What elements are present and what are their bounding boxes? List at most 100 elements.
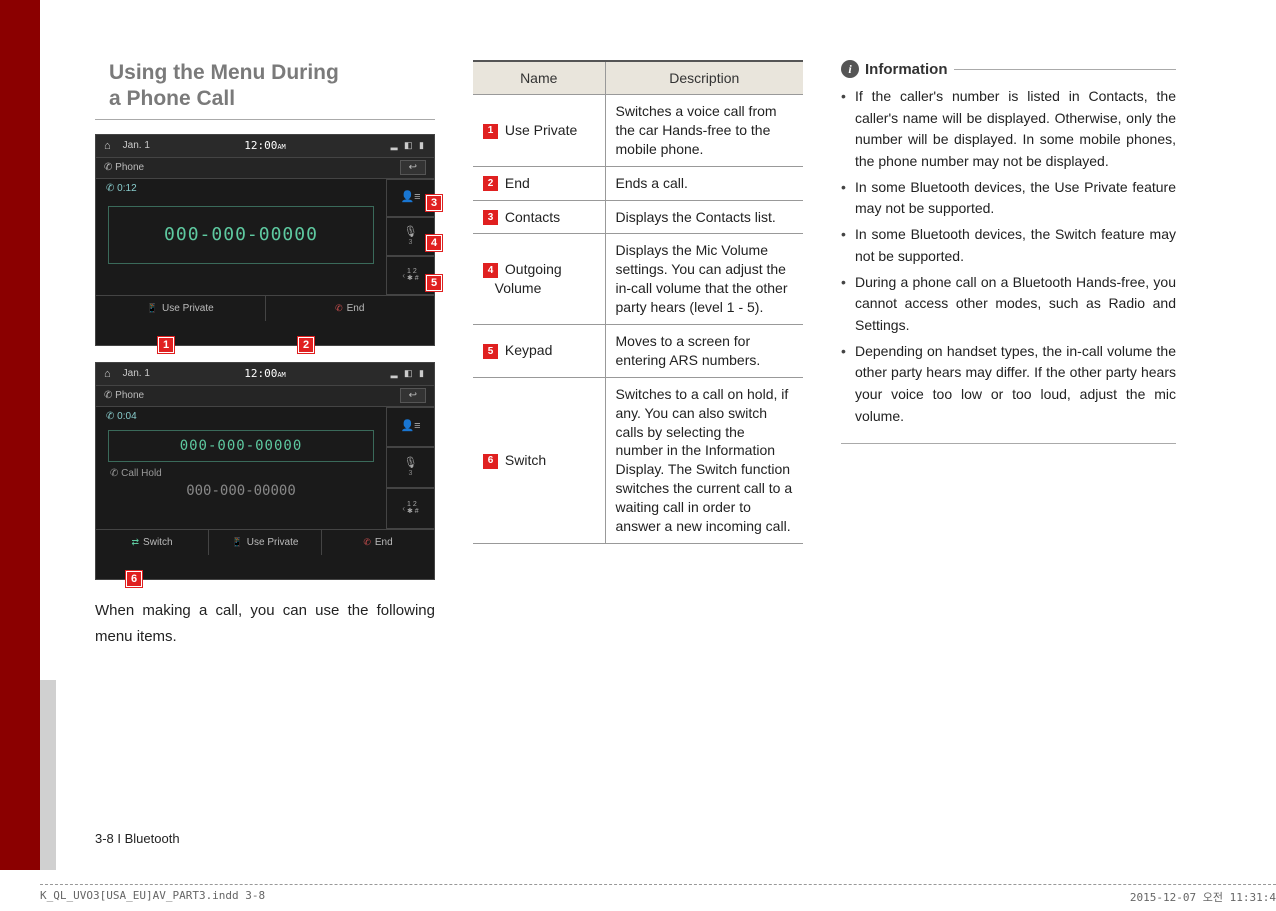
section-title: Using the Menu During a Phone Call [95, 60, 435, 120]
num-tag: 2 [483, 176, 498, 191]
status-clock: 12:00AM [244, 367, 286, 380]
side-volume-button[interactable]: 🎙3 [386, 447, 434, 488]
keypad-icon: 1 2✱ # [407, 501, 419, 515]
status-right-icons: ▂ ◧ ▮ [391, 140, 426, 151]
print-file: K_QL_UVO3[USA_EU]AV_PART3.indd 3-8 [40, 889, 265, 905]
left-red-bar [0, 0, 40, 870]
column-left: Using the Menu During a Phone Call ⌂ Jan… [95, 60, 435, 650]
table-row: 3 Contacts Displays the Contacts list. [473, 200, 803, 234]
phone-label: Phone [115, 162, 144, 173]
held-call-number: 000-000-00000 [96, 481, 386, 501]
home-icon: ⌂ [104, 368, 111, 380]
callout-6: 6 [126, 571, 142, 587]
screenshot-call-single: ⌂ Jan. 1 12:00AM ▂ ◧ ▮ ✆ Phone ↩ ✆ 0:12 … [95, 134, 435, 346]
contacts-icon: 👤≡ [400, 421, 420, 432]
callout-4: 4 [426, 235, 442, 251]
phone-label: Phone [115, 390, 144, 401]
page-content: Using the Menu During a Phone Call ⌂ Jan… [95, 60, 1185, 650]
caption-text: When making a call, you can use the foll… [95, 598, 435, 651]
phone-icon: ✆ [104, 390, 112, 401]
use-private-button[interactable]: 📱Use Private [209, 530, 322, 555]
screenshot-call-hold: ⌂ Jan. 1 12:00AM ▂ ◧ ▮ ✆ Phone ↩ ✆ 0:04 … [95, 362, 435, 580]
side-keypad-button[interactable]: ‹1 2✱ # [386, 488, 434, 529]
th-name: Name [473, 61, 605, 95]
info-item: During a phone call on a Bluetooth Hands… [841, 272, 1176, 337]
table-row: 6 Switch Switches to a call on hold, if … [473, 377, 803, 543]
call-timer: ✆ 0:12 [96, 179, 386, 198]
status-bar: ⌂ Jan. 1 12:00AM ▂ ◧ ▮ [96, 363, 434, 385]
mic-volume-icon: 🎙3 [404, 227, 418, 246]
num-tag: 4 [483, 263, 498, 278]
side-contacts-button[interactable]: 👤≡ [386, 407, 434, 448]
page-footer: 3-8 I Bluetooth [95, 831, 180, 846]
active-call-number: 000-000-00000 [108, 430, 374, 462]
section-title-line1: Using the Menu During [109, 61, 339, 84]
contacts-icon: 👤≡ [400, 192, 420, 203]
end-button[interactable]: ✆End [322, 530, 434, 555]
switch-button[interactable]: ⇄Switch [96, 530, 209, 555]
cell-name: 1 Use Private [473, 95, 605, 167]
num-tag: 5 [483, 344, 498, 359]
info-icon: i [841, 60, 859, 78]
call-timer: ✆ 0:04 [96, 407, 386, 426]
cell-name: 4 Outgoing Volume [473, 234, 605, 325]
num-tag: 6 [483, 454, 498, 469]
cell-name: 2 End [473, 166, 605, 200]
back-icon: ↩ [400, 388, 426, 403]
callout-3: 3 [426, 195, 442, 211]
table-row: 1 Use Private Switches a voice call from… [473, 95, 803, 167]
info-item: In some Bluetooth devices, the Switch fe… [841, 224, 1176, 267]
end-call-icon: ✆ [335, 303, 343, 314]
status-bar: ⌂ Jan. 1 12:00AM ▂ ◧ ▮ [96, 135, 434, 157]
num-tag: 1 [483, 124, 498, 139]
call-number-display: 000-000-00000 [108, 206, 374, 264]
info-rule [954, 69, 1177, 70]
print-timestamp: 2015-12-07 오전 11:31:4 [1130, 889, 1276, 905]
print-metadata: K_QL_UVO3[USA_EU]AV_PART3.indd 3-8 2015-… [40, 884, 1276, 905]
status-date: Jan. 1 [123, 368, 150, 379]
table-header-row: Name Description [473, 61, 803, 95]
phone-title-bar: ✆ Phone ↩ [96, 385, 434, 407]
th-desc: Description [605, 61, 803, 95]
status-clock: 12:00AM [244, 139, 286, 152]
info-item: Depending on handset types, the in-call … [841, 341, 1176, 428]
side-buttons: 👤≡ 🎙3 ‹1 2✱ # [386, 407, 434, 529]
end-button[interactable]: ✆End [266, 296, 435, 321]
use-private-button[interactable]: 📱Use Private [96, 296, 266, 321]
callout-2: 2 [298, 337, 314, 353]
info-item: If the caller's number is listed in Cont… [841, 86, 1176, 173]
home-icon: ⌂ [104, 140, 111, 152]
back-icon: ↩ [400, 160, 426, 175]
table-row: 4 Outgoing Volume Displays the Mic Volum… [473, 234, 803, 325]
status-right-icons: ▂ ◧ ▮ [391, 368, 426, 379]
keypad-icon: 1 2✱ # [407, 268, 419, 282]
cell-name: 5 Keypad [473, 325, 605, 378]
table-row: 2 End Ends a call. [473, 166, 803, 200]
end-call-icon: ✆ [363, 537, 371, 548]
cell-desc: Switches a voice call from the car Hands… [605, 95, 803, 167]
switch-icon: ⇄ [132, 537, 140, 548]
table-row: 5 Keypad Moves to a screen for entering … [473, 325, 803, 378]
screenshot-body: ✆ 0:04 000-000-00000 ✆ Call Hold 000-000… [96, 407, 434, 555]
status-date: Jan. 1 [123, 140, 150, 151]
cell-desc: Displays the Contacts list. [605, 200, 803, 234]
column-center: Name Description 1 Use Private Switches … [473, 60, 803, 650]
bottom-bar: ⇄Switch 📱Use Private ✆End [96, 529, 434, 555]
private-icon: 📱 [232, 537, 243, 548]
cell-desc: Ends a call. [605, 166, 803, 200]
cell-desc: Switches to a call on hold, if any. You … [605, 377, 803, 543]
phone-icon: ✆ [104, 162, 112, 173]
num-tag: 3 [483, 210, 498, 225]
phone-title-bar: ✆ Phone ↩ [96, 157, 434, 179]
call-main-area: ✆ 0:12 000-000-00000 [96, 179, 386, 295]
feature-table: Name Description 1 Use Private Switches … [473, 60, 803, 544]
cell-desc: Moves to a screen for entering ARS numbe… [605, 325, 803, 378]
info-header: i Information [841, 60, 1176, 78]
cell-name: 6 Switch [473, 377, 605, 543]
column-right: i Information If the caller's number is … [841, 60, 1176, 650]
hold-label: ✆ Call Hold [96, 466, 386, 481]
call-main-area: ✆ 0:04 000-000-00000 ✆ Call Hold 000-000… [96, 407, 386, 529]
left-gray-tab [40, 680, 56, 870]
section-title-line2: a Phone Call [109, 87, 235, 110]
callout-5: 5 [426, 275, 442, 291]
